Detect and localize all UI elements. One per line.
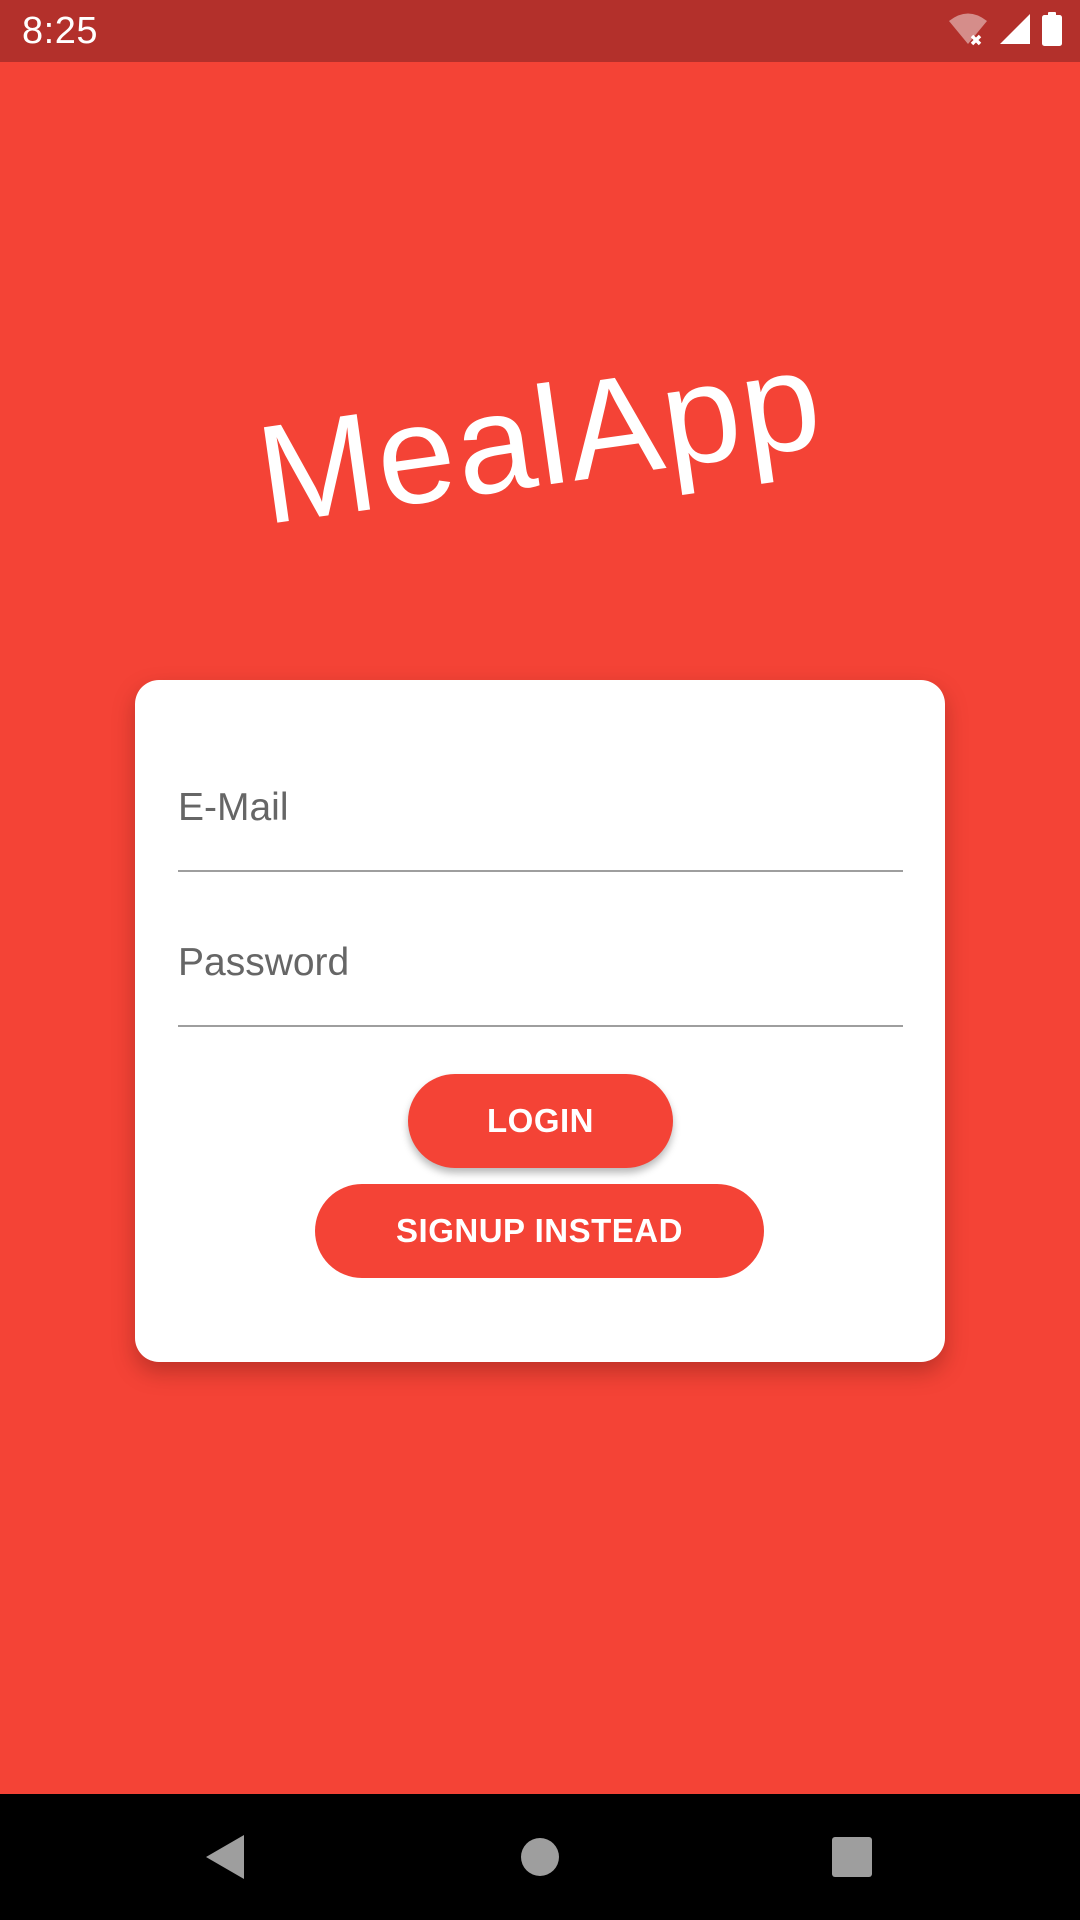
email-field[interactable]: E-Mail bbox=[178, 770, 903, 872]
login-screen: 8:25 MealApp E-Mail Password LOGIN SIGNU… bbox=[0, 0, 1080, 1920]
status-time: 8:25 bbox=[22, 10, 98, 52]
password-placeholder: Password bbox=[178, 941, 350, 984]
app-title: MealApp bbox=[248, 319, 832, 554]
home-icon[interactable] bbox=[512, 1829, 568, 1885]
status-bar: 8:25 bbox=[0, 0, 1080, 62]
status-icons bbox=[948, 11, 1062, 51]
login-button[interactable]: LOGIN bbox=[408, 1074, 673, 1168]
back-icon[interactable] bbox=[200, 1829, 256, 1885]
signal-icon bbox=[998, 12, 1032, 51]
battery-icon bbox=[1042, 11, 1062, 51]
password-field[interactable]: Password bbox=[178, 925, 903, 1027]
wifi-off-icon bbox=[948, 12, 988, 51]
email-placeholder: E-Mail bbox=[178, 786, 289, 829]
recents-icon[interactable] bbox=[824, 1829, 880, 1885]
navigation-bar bbox=[0, 1794, 1080, 1920]
signup-instead-button[interactable]: SIGNUP INSTEAD bbox=[315, 1184, 764, 1278]
login-card: E-Mail Password LOGIN SIGNUP INSTEAD bbox=[135, 680, 945, 1362]
